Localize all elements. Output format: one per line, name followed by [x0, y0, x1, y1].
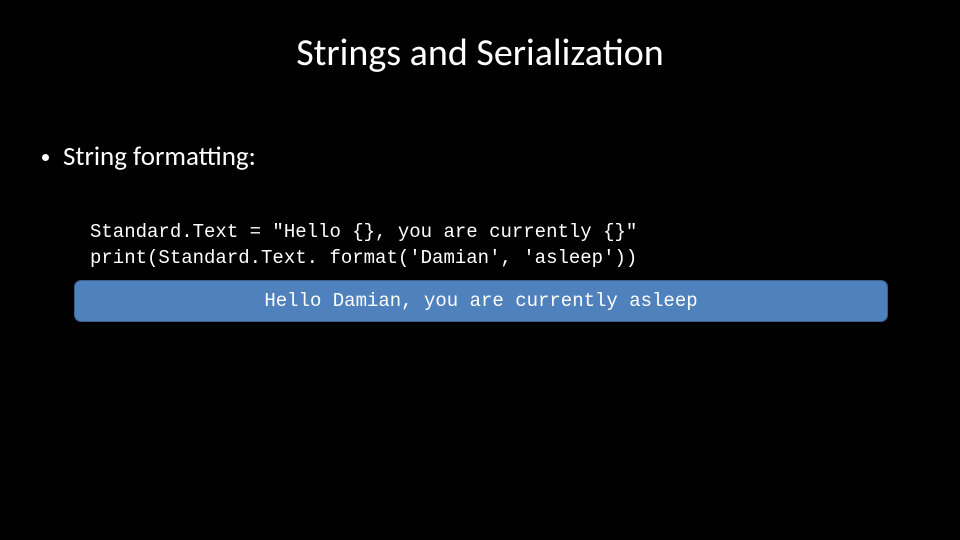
code-line-1: Standard.Text = "Hello {}, you are curre… — [90, 221, 637, 243]
bullet-text: String formatting: — [63, 140, 256, 173]
bullet-dot-icon — [42, 154, 49, 161]
code-line-2: print(Standard.Text. format('Damian', 'a… — [90, 247, 637, 269]
slide-title: Strings and Serialization — [0, 30, 960, 76]
output-box: Hello Damian, you are currently asleep — [74, 280, 888, 322]
slide: Strings and Serialization String formatt… — [0, 0, 960, 540]
bullet-item: String formatting: — [42, 140, 256, 173]
code-block: Standard.Text = "Hello {}, you are curre… — [90, 220, 637, 271]
output-text: Hello Damian, you are currently asleep — [264, 290, 697, 312]
